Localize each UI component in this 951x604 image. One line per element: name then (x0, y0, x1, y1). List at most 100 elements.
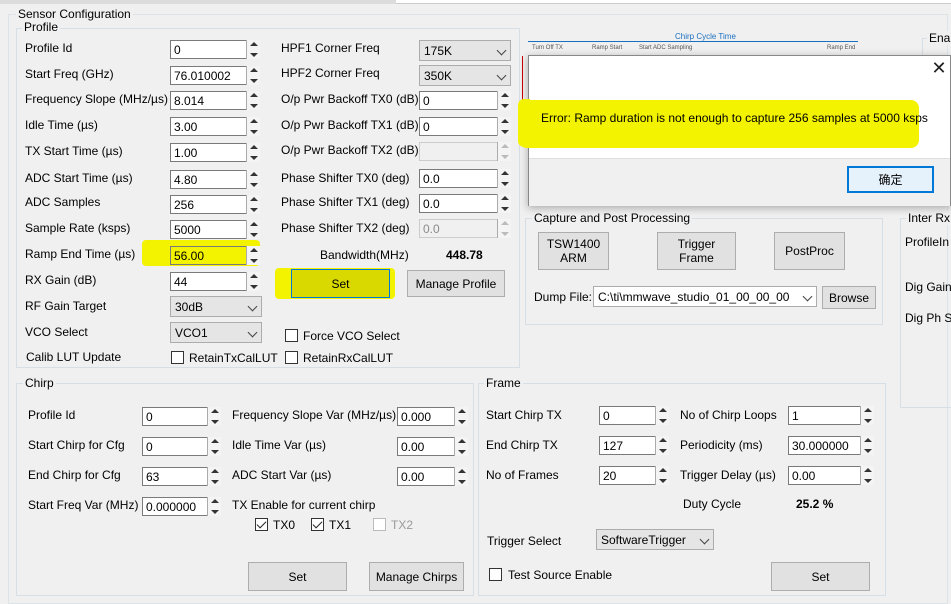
pwr-backoff-tx0-spinner[interactable] (497, 91, 511, 110)
phase-tx1-spinner[interactable] (497, 194, 511, 213)
ramp-end-time-spinner[interactable] (246, 246, 260, 265)
chevron-down-icon (247, 327, 258, 338)
chirp-profile-id-label: Profile Id (28, 408, 76, 422)
tx2-checkbox[interactable] (373, 518, 386, 531)
hpf2-select[interactable]: 350K (419, 65, 511, 86)
idle-time-spinner[interactable] (246, 117, 260, 136)
phase-tx2-spinner[interactable] (497, 219, 511, 238)
num-frames-input[interactable]: 20 (599, 466, 658, 485)
dump-file-label: Dump File: (534, 290, 593, 304)
adc-samples-input[interactable]: 256 (170, 195, 247, 214)
vco-select-select[interactable]: VCO1 (170, 322, 262, 343)
freq-slope-var-input[interactable]: 0.000 (397, 407, 456, 426)
profile-id-spinner[interactable] (246, 40, 260, 59)
start-freq-var-label: Start Freq Var (MHz) (28, 498, 139, 512)
phase-tx0-spinner[interactable] (497, 169, 511, 188)
test-source-label: Test Source Enable (508, 568, 613, 582)
dialog-ok-button[interactable]: 确定 (847, 166, 934, 193)
tx0-checkbox[interactable] (255, 518, 268, 531)
adc-start-var-spinner[interactable] (454, 467, 468, 486)
tx1-checkbox[interactable] (311, 518, 324, 531)
rx-gain-input[interactable]: 44 (170, 272, 247, 291)
adc-samples-spinner[interactable] (246, 195, 260, 214)
start-chirp-tx-spinner[interactable] (655, 406, 669, 425)
profile-set-button[interactable]: Set (291, 269, 390, 298)
end-chirp-tx-spinner[interactable] (655, 436, 669, 455)
force-vco-select-label: Force VCO Select (303, 329, 400, 343)
rx-gain-spinner[interactable] (246, 272, 260, 291)
force-vco-select-checkbox[interactable] (285, 329, 298, 342)
browse-button[interactable]: Browse (822, 286, 876, 309)
profile-in-label: ProfileIn (905, 235, 950, 249)
idle-time-var-spinner[interactable] (454, 437, 468, 456)
periodicity-spinner[interactable] (860, 436, 874, 455)
chirp-profile-id-spinner[interactable] (207, 407, 221, 426)
frame-set-button[interactable]: Set (771, 562, 870, 591)
test-source-checkbox[interactable] (489, 568, 502, 581)
start-freq-input[interactable]: 76.010002 (170, 66, 247, 85)
chirp-profile-id-input[interactable]: 0 (142, 407, 210, 426)
pwr-backoff-tx2-label: O/p Pwr Backoff TX2 (dB) (281, 143, 419, 157)
chevron-down-icon (247, 301, 258, 312)
adc-start-time-input[interactable]: 4.80 (170, 170, 247, 189)
phase-tx0-input[interactable]: 0.0 (419, 169, 498, 188)
end-chirp-tx-input[interactable]: 127 (599, 436, 658, 455)
start-chirp-input[interactable]: 0 (142, 437, 210, 456)
duty-cycle-value: 25.2 % (796, 497, 834, 511)
trigger-frame-button[interactable]: Trigger Frame (657, 232, 736, 270)
pwr-backoff-tx0-input[interactable]: 0 (419, 91, 498, 110)
trigger-select-select[interactable]: SoftwareTrigger (596, 529, 714, 550)
phase-tx1-input[interactable]: 0.0 (419, 194, 498, 213)
trigger-delay-input[interactable]: 0.00 (788, 466, 862, 485)
end-chirp-input[interactable]: 63 (142, 467, 210, 486)
hpf1-select[interactable]: 175K (419, 40, 511, 61)
sample-rate-spinner[interactable] (246, 220, 260, 239)
profile-id-input[interactable]: 0 (170, 40, 247, 59)
dump-file-select[interactable]: C:\ti\mmwave_studio_01_00_00_00 (593, 286, 817, 307)
adc-start-var-input[interactable]: 0.00 (397, 467, 456, 486)
tsw1400-arm-button[interactable]: TSW1400 ARM (538, 232, 609, 270)
start-chirp-tx-input[interactable]: 0 (599, 406, 658, 425)
postproc-button[interactable]: PostProc (774, 232, 845, 270)
end-chirp-spinner[interactable] (207, 467, 221, 486)
num-chirp-loops-input[interactable]: 1 (788, 406, 862, 425)
diagram-label-turn-off: Turn Off TX (532, 45, 563, 51)
pwr-backoff-tx2-spinner[interactable] (497, 142, 511, 161)
tx-enable-label: TX Enable for current chirp (232, 498, 376, 512)
pwr-backoff-tx1-spinner[interactable] (497, 117, 511, 136)
tab-strip-line (396, 0, 951, 4)
ramp-end-time-input[interactable]: 56.00 (170, 246, 247, 265)
retain-tx-cal-lut-checkbox[interactable] (171, 351, 184, 364)
freq-slope-var-spinner[interactable] (454, 407, 468, 426)
trigger-delay-spinner[interactable] (860, 466, 874, 485)
start-freq-var-input[interactable]: 0.000000 (142, 497, 210, 516)
freq-slope-spinner[interactable] (246, 91, 260, 110)
freq-slope-input[interactable]: 8.014 (170, 91, 247, 110)
num-chirp-loops-spinner[interactable] (860, 406, 874, 425)
close-icon[interactable]: ✕ (931, 59, 947, 77)
idle-time-var-input[interactable]: 0.00 (397, 437, 456, 456)
idle-time-input[interactable]: 3.00 (170, 117, 247, 136)
retain-rx-cal-lut-checkbox[interactable] (285, 351, 298, 364)
sample-rate-input[interactable]: 5000 (170, 220, 247, 239)
manage-chirps-button[interactable]: Manage Chirps (369, 562, 464, 591)
start-freq-spinner[interactable] (246, 66, 260, 85)
profile-legend: Profile (22, 20, 61, 34)
diagram-label-ramp-start: Ramp Start (592, 45, 623, 51)
tx-start-time-spinner[interactable] (246, 143, 260, 162)
rf-gain-target-label: RF Gain Target (25, 299, 107, 313)
phase-tx2-input[interactable]: 0.0 (419, 219, 498, 238)
chirp-set-button[interactable]: Set (248, 562, 347, 591)
trigger-delay-label: Trigger Delay (µs) (680, 468, 776, 482)
adc-start-time-spinner[interactable] (246, 170, 260, 189)
start-freq-var-spinner[interactable] (207, 497, 221, 516)
freq-slope-label: Frequency Slope (MHz/µs) (25, 92, 168, 106)
pwr-backoff-tx1-input[interactable]: 0 (419, 117, 498, 136)
num-frames-spinner[interactable] (655, 466, 669, 485)
rf-gain-target-select[interactable]: 30dB (170, 296, 262, 317)
manage-profile-button[interactable]: Manage Profile (407, 270, 505, 297)
pwr-backoff-tx2-input[interactable] (419, 142, 498, 161)
start-chirp-spinner[interactable] (207, 437, 221, 456)
periodicity-input[interactable]: 30.000000 (788, 436, 862, 455)
tx-start-time-input[interactable]: 1.00 (170, 143, 247, 162)
